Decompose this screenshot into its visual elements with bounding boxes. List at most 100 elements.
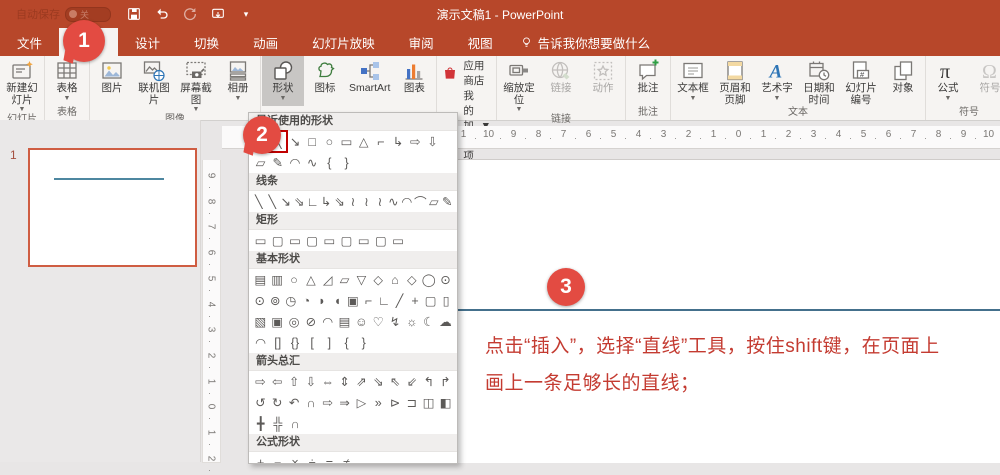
shape-item[interactable]: ⊚: [268, 291, 284, 310]
shape-item[interactable]: ╬: [269, 414, 286, 433]
shape-item[interactable]: ╲: [252, 192, 265, 211]
shape-item[interactable]: ▯: [438, 291, 454, 310]
smartart-button[interactable]: SmartArt: [346, 56, 393, 106]
link-button[interactable]: 链接: [540, 56, 582, 113]
shape-item[interactable]: {: [338, 333, 355, 352]
shape-item[interactable]: ◎: [286, 312, 303, 331]
shape-item[interactable]: ▢: [338, 231, 355, 250]
tab-切换[interactable]: 切换: [177, 28, 236, 56]
shape-item[interactable]: ◖: [330, 291, 346, 310]
undo-icon[interactable]: [153, 5, 171, 23]
shape-item[interactable]: △: [302, 270, 319, 289]
slide-thumbnail[interactable]: [28, 148, 197, 267]
shape-item[interactable]: ≠: [338, 453, 355, 464]
shape-item[interactable]: ⊘: [302, 312, 319, 331]
shape-item[interactable]: }: [338, 153, 355, 172]
shape-item[interactable]: ▧: [252, 312, 269, 331]
shape-item[interactable]: ⊳: [387, 393, 404, 412]
tab-视图[interactable]: 视图: [451, 28, 510, 56]
shape-item[interactable]: ▢: [304, 231, 321, 250]
zoom-link-button[interactable]: 缩放定位▼: [498, 56, 540, 113]
shape-item[interactable]: ▭: [355, 231, 372, 250]
shape-item[interactable]: ↳: [319, 192, 332, 211]
shape-item[interactable]: ▤: [252, 270, 269, 289]
autosave-pill[interactable]: 关: [65, 7, 111, 22]
shape-item[interactable]: ☁: [437, 312, 454, 331]
shape-item[interactable]: ☾: [420, 312, 437, 331]
symbol-button[interactable]: Ω符号: [969, 56, 1000, 106]
shape-item[interactable]: −: [269, 453, 286, 464]
shape-item[interactable]: ∩: [302, 393, 319, 412]
save-icon[interactable]: [125, 5, 143, 23]
shape-item[interactable]: ▭: [252, 231, 269, 250]
icons-button[interactable]: 图标: [304, 56, 346, 106]
shape-item[interactable]: ○: [321, 132, 338, 151]
shape-item[interactable]: ▢: [269, 231, 286, 250]
shape-item[interactable]: ↱: [437, 372, 454, 391]
shape-item[interactable]: ◿: [319, 270, 336, 289]
shape-item[interactable]: ◠: [252, 333, 269, 352]
table-button[interactable]: 表格▼: [46, 56, 88, 106]
shape-item[interactable]: ◧: [437, 393, 454, 412]
shape-item[interactable]: ↳: [390, 132, 407, 151]
shape-item[interactable]: ⇒: [336, 393, 353, 412]
tab-动画[interactable]: 动画: [236, 28, 295, 56]
shape-item[interactable]: ∿: [304, 153, 321, 172]
shape-item[interactable]: ⇧: [286, 372, 303, 391]
shape-item[interactable]: ⇦: [269, 372, 286, 391]
shape-item[interactable]: ◫: [420, 393, 437, 412]
shape-item[interactable]: ⇘: [370, 372, 387, 391]
shape-item[interactable]: ◗: [314, 291, 330, 310]
action-button[interactable]: 动作: [582, 56, 624, 113]
shape-item[interactable]: ▱: [427, 192, 440, 211]
customize-qat-icon[interactable]: ▾: [237, 5, 255, 23]
shape-item[interactable]: ↶: [286, 393, 303, 412]
shape-item[interactable]: ◠: [286, 153, 303, 172]
shape-item[interactable]: ↺: [252, 393, 269, 412]
shape-item[interactable]: ≀: [360, 192, 373, 211]
shapes-button[interactable]: 形状▼: [262, 56, 304, 106]
shape-item[interactable]: ∟: [306, 192, 319, 211]
shape-item[interactable]: [: [304, 333, 321, 352]
tab-文件[interactable]: 文件: [0, 28, 59, 56]
shape-item[interactable]: ⇖: [387, 372, 404, 391]
shape-item[interactable]: ⊙: [437, 270, 454, 289]
shape-item[interactable]: ▣: [269, 312, 286, 331]
shape-item[interactable]: ⊙: [252, 291, 268, 310]
shape-item[interactable]: ⇗: [353, 372, 370, 391]
shape-item[interactable]: ☼: [403, 312, 420, 331]
picture-button[interactable]: 图片: [91, 56, 133, 113]
shape-item[interactable]: ≀: [373, 192, 386, 211]
shape-item[interactable]: }: [355, 333, 372, 352]
slide-number-button[interactable]: #幻灯片编号: [840, 56, 882, 106]
shape-item[interactable]: ▢: [423, 291, 439, 310]
shape-item[interactable]: ♡: [370, 312, 387, 331]
shape-item[interactable]: ⇘: [333, 192, 346, 211]
shape-item[interactable]: ◔: [299, 291, 315, 310]
shape-item[interactable]: ⇘: [292, 192, 305, 211]
shape-item[interactable]: ⇨: [407, 132, 424, 151]
chart-button[interactable]: 图表: [393, 56, 435, 106]
shape-item[interactable]: ◷: [283, 291, 299, 310]
shape-item[interactable]: ⇨: [252, 372, 269, 391]
shape-item[interactable]: ⊐: [403, 393, 420, 412]
shape-item[interactable]: ×: [286, 453, 303, 464]
shape-item[interactable]: ⌐: [361, 291, 377, 310]
header-footer-button[interactable]: 页眉和页脚: [714, 56, 756, 106]
shape-item[interactable]: ⇩: [302, 372, 319, 391]
album-button[interactable]: 相册▼: [217, 56, 259, 113]
shape-item[interactable]: ∿: [387, 192, 400, 211]
datetime-button[interactable]: 日期和时间: [798, 56, 840, 106]
store-button[interactable]: 应用商店: [442, 58, 491, 88]
screenshot-button[interactable]: 屏幕截图▼: [175, 56, 217, 113]
equation-button[interactable]: π公式▼: [927, 56, 969, 106]
shape-item[interactable]: ↘: [279, 192, 292, 211]
shape-item[interactable]: ⇩: [424, 132, 441, 151]
shape-item[interactable]: ○: [286, 270, 303, 289]
shape-item[interactable]: □: [304, 132, 321, 151]
comment-button[interactable]: 批注: [627, 56, 669, 106]
shape-item[interactable]: ⇔: [319, 372, 336, 391]
shape-item[interactable]: ▱: [252, 153, 269, 172]
shape-item[interactable]: ▤: [336, 312, 353, 331]
shape-item[interactable]: ◠: [400, 192, 413, 211]
